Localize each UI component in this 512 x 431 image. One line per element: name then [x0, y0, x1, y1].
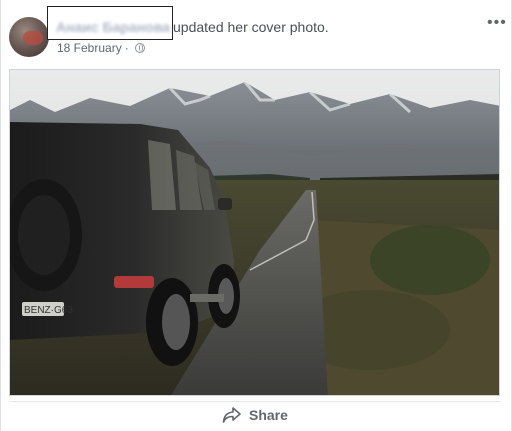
globe-icon[interactable]: [134, 43, 145, 53]
author-avatar[interactable]: [9, 17, 49, 57]
post-date[interactable]: 18 February: [57, 41, 122, 55]
post-action-text: updated her cover photo.: [173, 19, 329, 35]
svg-text:BENZ·G63: BENZ·G63: [24, 305, 73, 316]
share-arrow-icon: [222, 407, 241, 423]
cover-photo-image: BENZ·G63: [10, 70, 499, 395]
share-button[interactable]: Share: [222, 406, 288, 424]
feed-post: Анаис Баранова updated her cover photo. …: [0, 0, 512, 431]
post-meta: 18 February ·: [57, 41, 145, 55]
more-options-icon[interactable]: •••: [487, 15, 507, 31]
meta-separator: ·: [124, 41, 129, 55]
actions-divider: [9, 401, 500, 402]
cover-photo[interactable]: BENZ·G63: [9, 69, 500, 396]
author-name-link[interactable]: Анаис Баранова: [56, 19, 170, 35]
share-label: Share: [249, 407, 288, 423]
